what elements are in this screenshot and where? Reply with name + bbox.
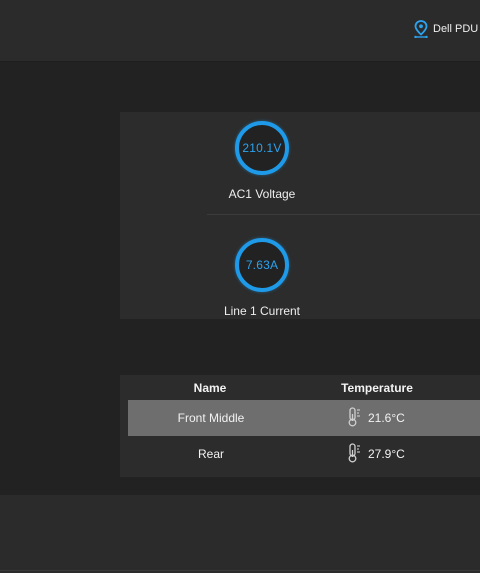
line1-current-value: 7.63A xyxy=(245,258,279,272)
sensor-temperature: 27.9°C xyxy=(368,447,405,461)
device-selector[interactable]: Dell PDU I xyxy=(414,19,480,39)
line1-current-gauge: 7.63A xyxy=(235,238,289,292)
sensor-name: Rear xyxy=(197,447,224,461)
footer-divider xyxy=(0,570,480,571)
ac1-voltage-gauge: 210.1V xyxy=(235,121,289,175)
gauge-panel xyxy=(120,112,480,319)
sensor-name: Front Middle xyxy=(177,411,245,425)
thermometer-icon xyxy=(346,406,362,430)
table-row[interactable]: Rear 27.9°C xyxy=(128,436,480,472)
sensor-temperature: 21.6°C xyxy=(368,411,405,425)
top-bar: Dell PDU I xyxy=(0,0,480,62)
sensor-temperature-cell: 27.9°C xyxy=(346,436,405,472)
thermometer-icon xyxy=(346,442,362,466)
device-name: Dell PDU I xyxy=(433,23,480,35)
table-row[interactable]: Front Middle 21.6°C xyxy=(128,400,480,436)
column-header-temperature[interactable]: Temperature xyxy=(322,381,432,395)
column-header-name[interactable]: Name xyxy=(160,381,260,395)
line1-current-label: Line 1 Current xyxy=(223,304,301,318)
ac1-voltage-value: 210.1V xyxy=(242,141,282,155)
gauge-divider xyxy=(207,214,480,215)
sensor-temperature-cell: 21.6°C xyxy=(346,400,405,436)
footer xyxy=(0,495,480,573)
location-pin-icon xyxy=(414,20,428,38)
ac1-voltage-label: AC1 Voltage xyxy=(228,187,296,201)
